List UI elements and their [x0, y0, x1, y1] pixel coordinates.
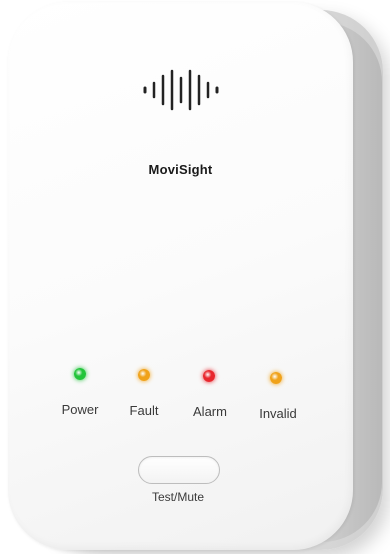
invalid-label: Invalid: [259, 406, 297, 421]
detector-face: MoviSight Power Fault Alarm Invalid Test…: [8, 2, 353, 550]
power-led-icon: [74, 368, 86, 380]
invalid-led-icon: [270, 372, 282, 384]
speaker-grille-icon: [143, 69, 219, 111]
alarm-led-icon: [203, 370, 215, 382]
product-photo: MoviSight Power Fault Alarm Invalid Test…: [0, 0, 390, 554]
test-mute-button[interactable]: [138, 456, 220, 484]
test-mute-label: Test/Mute: [151, 490, 205, 504]
fault-led-icon: [138, 369, 150, 381]
brand-logo: MoviSight: [148, 162, 213, 177]
